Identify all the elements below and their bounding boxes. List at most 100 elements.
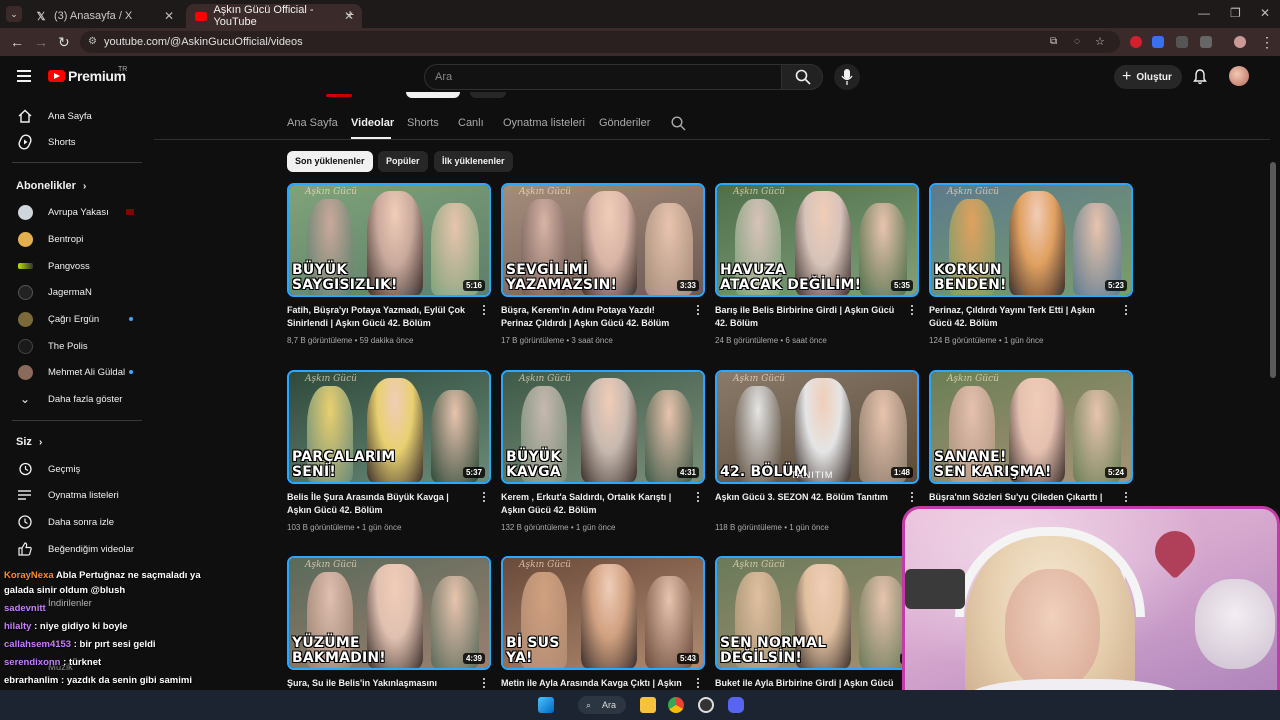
hamburger-menu-icon[interactable]	[17, 70, 31, 82]
sidebar-item-subscription[interactable]: Avrupa Yakası	[0, 199, 154, 225]
taskbar-search[interactable]: ⌕ Ara	[578, 696, 626, 714]
more-actions-icon[interactable]	[910, 492, 914, 504]
thumbnail-caption: YÜZÜME BAKMADIN!	[292, 635, 386, 666]
obs-icon[interactable]	[698, 697, 714, 713]
sidebar-item-subscription[interactable]: Çağrı Ergün	[0, 306, 154, 332]
new-tab-button[interactable]: +	[346, 6, 354, 22]
close-tab-icon[interactable]: ✕	[164, 9, 174, 23]
tab-home[interactable]: Ana Sayfa	[287, 117, 338, 129]
sidebar-item-liked-videos[interactable]: Beğendiğim videolar	[0, 536, 154, 562]
address-bar[interactable]: ⚙ youtube.com/@AskinGucuOfficial/videos …	[80, 31, 1120, 53]
restore-icon[interactable]: ❐	[1230, 6, 1241, 20]
video-thumbnail[interactable]: Aşkın Gücü KORKUN BENDEN! 5:23	[929, 183, 1133, 297]
sidebar-item-subscription[interactable]: Mehmet Ali Güldal	[0, 359, 154, 385]
video-title[interactable]: Barış ile Belis Birbirine Girdi | Aşkın …	[715, 304, 900, 330]
youtube-premium-logo[interactable]: Premium TR	[48, 66, 127, 84]
eye-off-icon[interactable]: ◌	[1074, 31, 1080, 53]
sidebar-item-playlists[interactable]: Oynatma listeleri	[0, 482, 154, 508]
video-title[interactable]: Kerem , Erkut'a Saldırdı, Ortalık Karışt…	[501, 491, 686, 517]
notifications-bell-icon[interactable]	[1192, 69, 1208, 85]
tab-posts[interactable]: Gönderiler	[599, 117, 650, 129]
voice-search-button[interactable]	[834, 64, 860, 90]
chip-latest[interactable]: Son yüklenenler	[287, 151, 373, 172]
sidebar-item-subscription[interactable]: JagermaN	[0, 279, 154, 305]
more-actions-icon[interactable]	[696, 678, 700, 690]
tab-playlists[interactable]: Oynatma listeleri	[503, 117, 585, 129]
video-title[interactable]: Büşra, Kerem'in Adını Potaya Yazdı! Peri…	[501, 304, 686, 330]
tab-shorts[interactable]: Shorts	[407, 117, 439, 129]
forward-icon[interactable]: →	[34, 34, 48, 50]
video-thumbnail[interactable]: Aşkın Gücü SEVGİLİMİ YAZAMAZSIN! 3:33	[501, 183, 705, 297]
more-actions-icon[interactable]	[696, 492, 700, 504]
sidebar-item-subscription[interactable]: Bentropi	[0, 226, 154, 252]
video-thumbnail[interactable]: Aşkın Gücü BÜYÜK KAVGA 4:31	[501, 370, 705, 484]
video-thumbnail[interactable]: Aşkın Gücü SANANE! SEN KARIŞMA! 5:24	[929, 370, 1133, 484]
sidebar-divider	[12, 162, 142, 163]
more-actions-icon[interactable]	[910, 305, 914, 317]
discord-icon[interactable]	[728, 697, 744, 713]
extension-icon[interactable]	[1152, 36, 1164, 48]
sidebar-item-subscription[interactable]: The Polis	[0, 333, 154, 359]
search-button[interactable]	[781, 64, 823, 90]
back-icon[interactable]: ←	[10, 34, 24, 50]
browser-menu-icon[interactable]: ⋮	[1260, 34, 1274, 51]
star-icon[interactable]: ☆	[1095, 31, 1105, 53]
video-title[interactable]: Aşkın Gücü 3. SEZON 42. Bölüm Tanıtım	[715, 491, 900, 504]
sidebar-item-history[interactable]: Geçmiş	[0, 456, 154, 482]
sidebar-item-watch-later[interactable]: Daha sonra izle	[0, 509, 154, 535]
tab-list-button[interactable]: ⌄	[6, 6, 22, 22]
video-duration: 5:37	[462, 467, 485, 478]
minimize-icon[interactable]: —	[1198, 6, 1210, 20]
video-thumbnail[interactable]: Aşkın Gücü SEN NORMAL DEĞİLSİN! 5:	[715, 556, 919, 670]
windows-start-icon[interactable]	[538, 697, 554, 713]
page-scrollbar[interactable]	[1270, 162, 1276, 378]
close-window-icon[interactable]: ✕	[1260, 6, 1270, 20]
video-thumbnail[interactable]: Aşkın Gücü PARÇALARIM SENİ! 5:37	[287, 370, 491, 484]
search-input[interactable]: Ara	[424, 64, 782, 90]
video-title[interactable]: Belis İle Şura Arasında Büyük Kavga | Aş…	[287, 491, 472, 517]
browser-tab-youtube[interactable]: Aşkın Gücü Official - YouTube ✕	[186, 4, 362, 28]
more-actions-icon[interactable]	[1124, 305, 1128, 317]
home-icon	[17, 108, 33, 124]
you-heading[interactable]: Siz ›	[16, 436, 42, 448]
thumbnail-caption: BÜYÜK SAYGISIZLIK!	[292, 262, 398, 293]
chip-oldest[interactable]: İlk yüklenenler	[434, 151, 513, 172]
sidebar-item-shorts[interactable]: Shorts	[0, 129, 154, 155]
more-actions-icon[interactable]	[482, 678, 486, 690]
profile-icon[interactable]	[1234, 36, 1246, 48]
puzzle-icon[interactable]	[1200, 36, 1212, 48]
video-thumbnail[interactable]: Aşkın Gücü BÜYÜK SAYGISIZLIK! 5:16	[287, 183, 491, 297]
chrome-icon[interactable]	[668, 697, 684, 713]
show-more-button[interactable]: ⌄ Daha fazla göster	[0, 386, 154, 412]
video-title[interactable]: Perinaz, Çıldırdı Yayını Terk Etti | Aşk…	[929, 304, 1114, 330]
create-button[interactable]: + Oluştur	[1114, 65, 1182, 89]
video-thumbnail[interactable]: Aşkın Gücü HAVUZA ATACAK DEĞİLİM! 5:35	[715, 183, 919, 297]
extension-icon[interactable]	[1176, 36, 1188, 48]
reload-icon[interactable]: ↻	[58, 34, 70, 51]
more-actions-icon[interactable]	[482, 492, 486, 504]
tab-live[interactable]: Canlı	[458, 117, 484, 129]
video-duration: 4:39	[462, 653, 485, 664]
video-thumbnail[interactable]: Aşkın Gücü Bİ SUS YA! 5:43	[501, 556, 705, 670]
extension-icon[interactable]	[1130, 36, 1142, 48]
channel-search-icon[interactable]	[671, 116, 686, 131]
more-actions-icon[interactable]	[482, 305, 486, 317]
account-avatar[interactable]	[1229, 66, 1249, 86]
video-title[interactable]: Büşra'nın Sözleri Su'yu Çileden Çıkarttı…	[929, 491, 1114, 504]
chevron-down-icon: ⌄	[19, 392, 31, 406]
chip-popular[interactable]: Popüler	[378, 151, 428, 172]
subscriptions-heading[interactable]: Abonelikler ›	[16, 180, 86, 192]
browser-tab-x[interactable]: 𝕏 (3) Anasayfa / X ✕	[26, 4, 182, 28]
file-explorer-icon[interactable]	[640, 697, 656, 713]
video-thumbnail[interactable]: Aşkın Gücü 42. BÖLÜM TANITIM 1:48	[715, 370, 919, 484]
video-title[interactable]: Metin ile Ayla Arasında Kavga Çıktı | Aş…	[501, 677, 686, 690]
more-actions-icon[interactable]	[696, 305, 700, 317]
more-actions-icon[interactable]	[1124, 492, 1128, 504]
tab-videos[interactable]: Videolar	[351, 117, 394, 129]
site-info-icon[interactable]: ⚙	[88, 31, 97, 53]
video-thumbnail[interactable]: Aşkın Gücü YÜZÜME BAKMADIN! 4:39	[287, 556, 491, 670]
install-icon[interactable]: ⧉	[1050, 31, 1057, 53]
sidebar-item-subscription[interactable]: Pangvoss	[0, 253, 154, 279]
sidebar-item-home[interactable]: Ana Sayfa	[0, 103, 154, 129]
video-title[interactable]: Fatih, Büşra'yı Potaya Yazmadı, Eylül Ço…	[287, 304, 472, 330]
